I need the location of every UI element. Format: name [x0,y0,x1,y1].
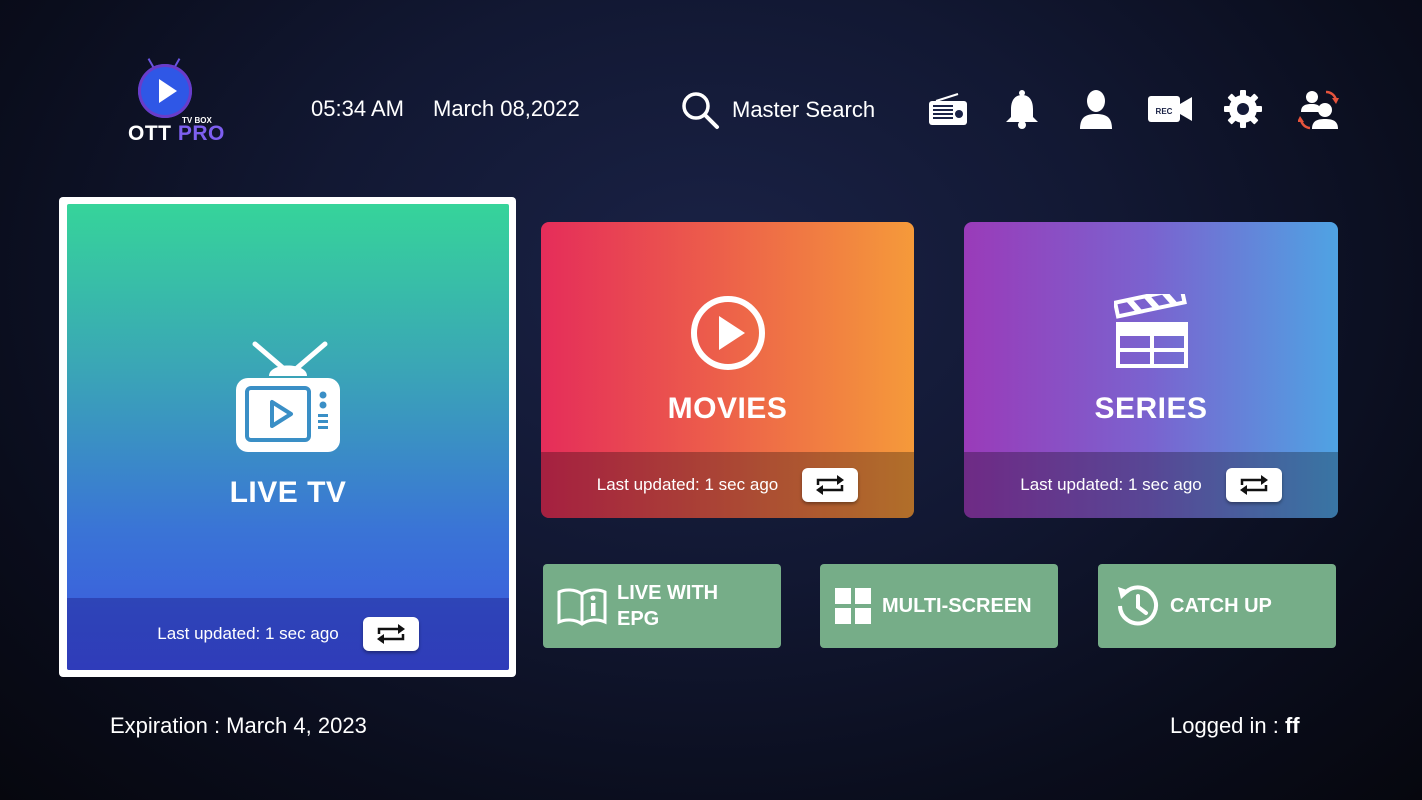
refresh-icon [816,475,845,495]
series-footer: Last updated: 1 sec ago [964,452,1338,518]
multi-screen-button[interactable]: MULTI-SCREEN [820,564,1058,648]
notifications-button[interactable] [1000,86,1044,132]
settings-button[interactable] [1221,86,1265,132]
live-tv-tile[interactable]: LIVE TV Last updated: 1 sec ago [67,204,509,670]
switch-user-button[interactable] [1297,86,1341,132]
live-tv-title: LIVE TV [229,476,347,509]
logo-brand: OTT PRO [128,122,225,146]
logo-ott-text: OTT [128,122,172,145]
movies-updated-text: Last updated: 1 sec ago [596,475,779,494]
catch-up-button[interactable]: CATCH UP [1098,564,1336,648]
logged-in-user: ff [1284,713,1300,738]
series-tile[interactable]: SERIES Last updated: 1 sec ago [964,222,1338,518]
master-search-label: Master Search [732,97,876,122]
clock-time: 05:34 AM [311,96,404,121]
logo-play-icon [138,64,192,118]
gear-icon [1224,90,1262,128]
expiration-text: Expiration : March 4, 2023 [110,713,367,738]
live-tv-footer: Last updated: 1 sec ago [67,598,509,670]
movies-tile[interactable]: MOVIES Last updated: 1 sec ago [541,222,914,518]
rec-camera-icon: REC [1148,96,1192,122]
radio-icon [929,93,967,125]
tv-icon [236,341,340,452]
app-logo: TV BOX OTT PRO [124,58,224,148]
grid-icon [835,588,871,624]
refresh-icon [1239,475,1268,495]
movies-title: MOVIES [667,392,788,425]
live-with-epg-button[interactable]: LIVE WITH EPG [543,564,781,648]
epg-label-line1: LIVE WITH [617,582,719,604]
logo-pro-text: PRO [177,122,225,145]
series-updated-text: Last updated: 1 sec ago [1020,475,1202,494]
clock-date: March 08,2022 [433,96,580,121]
master-search-button[interactable]: Master Search [680,88,875,132]
epg-label-line2: EPG [617,608,660,630]
multi-screen-label: MULTI-SCREEN [882,595,1032,617]
account-button[interactable] [1074,86,1118,132]
search-icon [682,92,719,129]
radio-button[interactable] [926,86,970,132]
live-tv-updated-text: Last updated: 1 sec ago [157,624,339,643]
rec-text: REC [1156,107,1173,116]
live-with-epg-label: LIVE WITH EPG [617,580,718,632]
series-title: SERIES [1094,392,1208,425]
series-refresh-button[interactable] [1225,468,1282,502]
user-icon [1080,90,1112,129]
logged-in-status: Logged in : ff [1170,713,1300,739]
logged-in-label: Logged in : [1170,713,1285,738]
recordings-button[interactable]: REC [1146,86,1194,132]
switch-user-icon [1298,90,1339,130]
guide-book-icon [557,588,607,626]
movies-footer: Last updated: 1 sec ago [541,452,914,518]
live-tv-refresh-button[interactable] [362,617,419,651]
refresh-icon [376,624,405,644]
catch-up-label: CATCH UP [1170,595,1272,617]
history-clock-icon [1118,585,1158,626]
movies-refresh-button[interactable] [802,468,859,502]
bell-icon [1006,90,1038,129]
clapperboard-icon [1114,294,1188,368]
play-icon [691,296,765,370]
